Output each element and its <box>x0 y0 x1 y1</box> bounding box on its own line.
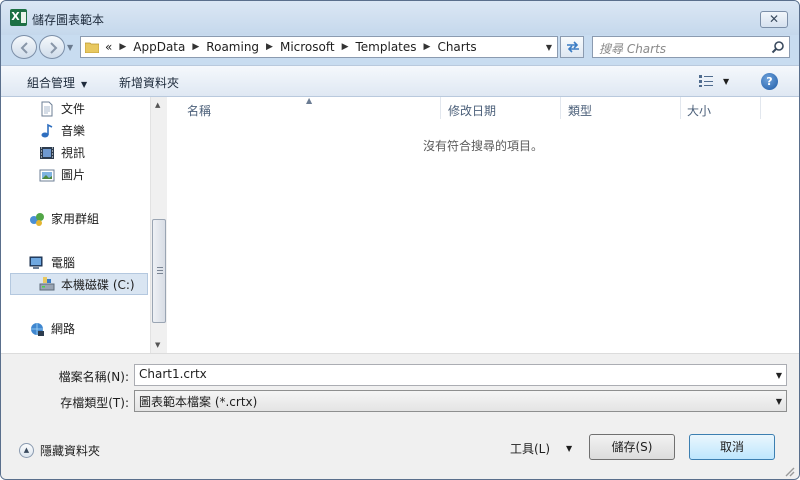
video-icon <box>40 146 54 159</box>
filetype-select[interactable]: 圖表範本檔案 (*.crtx) ▼ <box>134 390 787 412</box>
sidebar-item-label: 圖片 <box>61 168 86 182</box>
breadcrumb-templates[interactable]: Templates <box>356 40 417 54</box>
filename-value: Chart1.crtx <box>139 367 207 381</box>
chevron-right-icon[interactable]: ▶ <box>119 42 126 52</box>
file-list[interactable]: ▲ 名稱 修改日期 類型 大小 沒有符合搜尋的項目。 <box>167 96 799 353</box>
collapse-up-icon: ▲ <box>19 443 34 458</box>
excel-icon <box>10 9 27 26</box>
forward-button[interactable] <box>39 35 65 59</box>
chevron-right-icon[interactable]: ▶ <box>424 42 431 52</box>
column-divider[interactable] <box>560 97 561 119</box>
organize-label: 組合管理 <box>27 76 76 90</box>
sidebar-item-music[interactable]: 音樂 <box>39 122 85 139</box>
search-icon[interactable] <box>771 40 785 54</box>
sidebar-item-pictures[interactable]: 圖片 <box>39 166 85 183</box>
save-dialog: 儲存圖表範本 ✕ ▼ « ▶ AppData ▶ Roaming ▶ Micro… <box>0 0 800 480</box>
arrow-left-icon <box>20 42 28 54</box>
save-button[interactable]: 儲存(S) <box>589 434 675 460</box>
documents-icon <box>41 101 53 116</box>
chevron-down-icon[interactable]: ▼ <box>776 397 782 406</box>
title-bar: 儲存圖表範本 ✕ <box>1 1 799 35</box>
column-header-name[interactable]: 名稱 <box>187 97 437 121</box>
sidebar-item-video[interactable]: 視訊 <box>39 144 85 161</box>
caret-down-icon[interactable]: ▼ <box>566 444 572 453</box>
caret-down-icon: ▼ <box>81 80 88 89</box>
filetype-label: 存檔類型(T): <box>60 396 129 410</box>
search-box[interactable]: 搜尋 Charts <box>592 36 790 58</box>
sidebar-item-documents[interactable]: 文件 <box>39 100 85 117</box>
command-bar: 組合管理 ▼ 新增資料夾 ▼ ? <box>1 65 799 97</box>
address-bar[interactable]: « ▶ AppData ▶ Roaming ▶ Microsoft ▶ Temp… <box>80 36 558 58</box>
breadcrumb: « ▶ AppData ▶ Roaming ▶ Microsoft ▶ Temp… <box>105 40 477 54</box>
help-button[interactable]: ? <box>761 73 778 90</box>
column-divider[interactable] <box>760 97 761 119</box>
sidebar-item-label: 本機磁碟 (C:) <box>61 277 135 292</box>
sidebar-item-label: 電腦 <box>51 256 76 270</box>
column-header-type[interactable]: 類型 <box>568 97 678 121</box>
filename-input[interactable]: Chart1.crtx ▼ <box>134 364 787 386</box>
computer-icon <box>29 256 43 269</box>
sidebar-item-label: 音樂 <box>61 124 86 138</box>
sidebar-item-local-disk[interactable]: 本機磁碟 (C:) <box>10 273 148 295</box>
refresh-icon <box>567 41 579 53</box>
breadcrumb-microsoft[interactable]: Microsoft <box>280 40 335 54</box>
scrollbar-thumb[interactable] <box>152 219 166 323</box>
breadcrumb-charts[interactable]: Charts <box>437 40 476 54</box>
navigation-scrollbar[interactable]: ▲ ▼ <box>150 97 167 353</box>
navigation-bar: ▼ « ▶ AppData ▶ Roaming ▶ Microsoft ▶ Te… <box>1 35 799 63</box>
chevron-right-icon[interactable]: ▶ <box>192 42 199 52</box>
filename-label: 檔案名稱(N): <box>58 370 129 384</box>
local-disk-icon <box>39 277 55 291</box>
folder-icon <box>85 42 99 53</box>
network-icon <box>31 322 44 336</box>
window-title: 儲存圖表範本 <box>32 13 105 27</box>
arrow-right-icon <box>50 42 58 54</box>
refresh-button[interactable] <box>560 36 584 58</box>
breadcrumb-roaming[interactable]: Roaming <box>206 40 259 54</box>
recent-locations-dropdown[interactable]: ▼ <box>67 43 73 52</box>
chevron-right-icon[interactable]: ▶ <box>266 42 273 52</box>
pictures-icon <box>39 169 55 181</box>
filename-history-dropdown[interactable]: ▼ <box>776 371 782 380</box>
sidebar-item-label: 網路 <box>51 322 76 336</box>
scroll-up-arrow-icon[interactable]: ▲ <box>155 101 160 109</box>
navigation-pane[interactable]: 文件 音樂 視訊 圖片 家用群組 電腦 本機磁碟 (C:) 網路 <box>9 97 150 353</box>
dialog-body: 文件 音樂 視訊 圖片 家用群組 電腦 本機磁碟 (C:) 網路 ▲ ▼ ▲ 名… <box>1 96 799 353</box>
view-details-icon[interactable] <box>698 74 714 88</box>
tools-menu-button[interactable]: 工具(L) <box>510 440 550 457</box>
organize-menu[interactable]: 組合管理 ▼ <box>27 74 87 91</box>
breadcrumb-appdata[interactable]: AppData <box>133 40 185 54</box>
empty-list-message: 沒有符合搜尋的項目。 <box>422 139 543 153</box>
sidebar-item-label: 視訊 <box>61 146 86 160</box>
hide-folders-toggle[interactable]: ▲ 隱藏資料夾 <box>19 442 100 459</box>
cancel-button[interactable]: 取消 <box>689 434 775 460</box>
back-button[interactable] <box>11 35 37 59</box>
column-divider[interactable] <box>440 97 441 119</box>
save-options-panel: 檔案名稱(N): Chart1.crtx ▼ 存檔類型(T): 圖表範本檔案 (… <box>1 353 799 479</box>
search-input[interactable]: 搜尋 Charts <box>599 40 666 57</box>
homegroup-icon <box>30 212 44 226</box>
grip-icon <box>157 267 163 274</box>
column-header-size[interactable]: 大小 <box>687 97 757 121</box>
sidebar-item-network[interactable]: 網路 <box>29 320 75 337</box>
music-icon <box>41 123 53 137</box>
address-dropdown[interactable]: ▼ <box>546 43 552 52</box>
sidebar-item-label: 家用群組 <box>51 212 100 226</box>
close-button[interactable]: ✕ <box>760 11 788 28</box>
view-dropdown[interactable]: ▼ <box>723 77 729 86</box>
sidebar-item-computer[interactable]: 電腦 <box>29 254 75 271</box>
column-divider[interactable] <box>680 97 681 119</box>
scroll-down-arrow-icon[interactable]: ▼ <box>155 341 160 349</box>
new-folder-button[interactable]: 新增資料夾 <box>119 74 179 91</box>
chevron-right-icon[interactable]: ▶ <box>342 42 349 52</box>
column-header-date-modified[interactable]: 修改日期 <box>448 97 558 121</box>
sidebar-item-label: 文件 <box>61 102 86 116</box>
filetype-value: 圖表範本檔案 (*.crtx) <box>139 395 258 409</box>
hide-folders-label: 隱藏資料夾 <box>40 444 101 458</box>
breadcrumb-overflow[interactable]: « <box>105 40 112 54</box>
resize-grip-icon[interactable] <box>784 466 796 478</box>
sidebar-item-homegroup[interactable]: 家用群組 <box>29 210 99 227</box>
